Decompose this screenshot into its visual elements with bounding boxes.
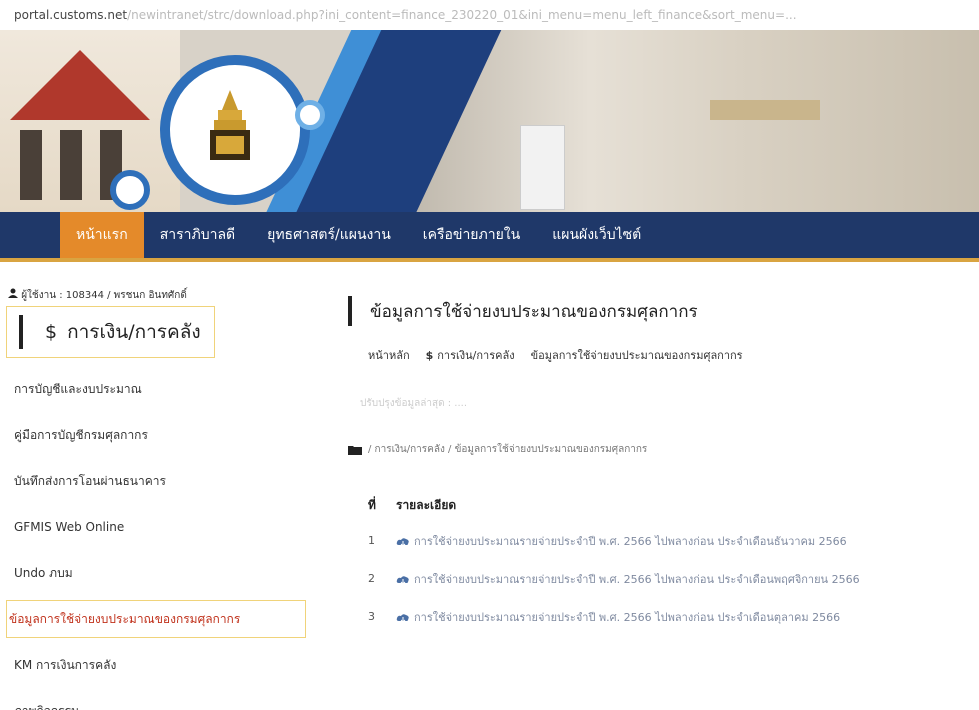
document-link[interactable]: การใช้จ่ายงบประมาณรายจ่ายประจำปี พ.ศ. 25… <box>396 570 966 590</box>
sidebar-item-km[interactable]: KM การเงินการคลัง <box>0 642 312 688</box>
sidebar: ผู้ใช้งาน : 108344 / พรชนก อินทศักดิ์ $ … <box>0 262 312 710</box>
user-label: ผู้ใช้งาน : 108344 / พรชนก อินทศักดิ์ <box>21 290 187 301</box>
table-row: 2 การใช้จ่ายงบประมาณรายจ่ายประจำปี พ.ศ. … <box>368 570 968 590</box>
update-note: ปรับปรุงข้อมูลล่าสุด : .... <box>360 398 468 409</box>
breadcrumb-current: ข้อมูลการใช้จ่ายงบประมาณของกรมศุลกากร <box>530 349 743 362</box>
header-banner <box>0 30 979 212</box>
folder-path-text: / การเงิน/การคลัง / ข้อมูลการใช้จ่ายงบปร… <box>368 444 648 455</box>
row-number: 2 <box>368 572 375 585</box>
sidebar-item-accounting[interactable]: การบัญชีและงบประมาณ <box>0 366 312 412</box>
table-row: 3 การใช้จ่ายงบประมาณรายจ่ายประจำปี พ.ศ. … <box>368 608 968 628</box>
category-header: $ การเงิน/การคลัง <box>6 306 215 358</box>
header-detail: รายละเอียด <box>396 498 457 512</box>
main-nav: หน้าแรก สาราภิบาลดี ยุทธศาสตร์/แผนงาน เค… <box>0 212 979 262</box>
table-row: 1 การใช้จ่ายงบประมาณรายจ่ายประจำปี พ.ศ. … <box>368 532 968 552</box>
nav-governance[interactable]: สาราภิบาลดี <box>144 212 251 258</box>
row-number: 3 <box>368 610 375 623</box>
folder-path: / การเงิน/การคลัง / ข้อมูลการใช้จ่ายงบปร… <box>348 442 647 457</box>
sidebar-item-budget-data[interactable]: ข้อมูลการใช้จ่ายงบประมาณของกรมศุลกากร <box>6 600 306 638</box>
customs-crest-logo <box>210 90 250 160</box>
folder-icon <box>348 445 362 455</box>
sidebar-menu: การบัญชีและงบประมาณ คู่มือการบัญชีกรมศุล… <box>0 366 312 710</box>
url-bar[interactable]: portal.customs.net/newintranet/strc/down… <box>0 0 979 30</box>
breadcrumb-home[interactable]: หน้าหลัก <box>368 346 410 364</box>
cloud-download-icon <box>396 614 409 623</box>
user-info: ผู้ใช้งาน : 108344 / พรชนก อินทศักดิ์ <box>8 288 187 303</box>
page-title-row: ข้อมูลการใช้จ่ายงบประมาณของกรมศุลกากร <box>348 296 698 326</box>
row-number: 1 <box>368 534 375 547</box>
sidebar-item-manual[interactable]: คู่มือการบัญชีกรมศุลกากร <box>0 412 312 458</box>
document-link[interactable]: การใช้จ่ายงบประมาณรายจ่ายประจำปี พ.ศ. 25… <box>396 608 966 628</box>
page-title: ข้อมูลการใช้จ่ายงบประมาณของกรมศุลกากร <box>370 301 698 322</box>
cloud-download-icon <box>396 576 409 585</box>
url-host: portal.customs.net <box>14 8 128 22</box>
dollar-icon: $ <box>45 321 58 343</box>
document-list: 1 การใช้จ่ายงบประมาณรายจ่ายประจำปี พ.ศ. … <box>368 532 968 646</box>
banner-building <box>0 30 180 212</box>
nav-home[interactable]: หน้าแรก <box>60 212 144 258</box>
sidebar-item-activities[interactable]: ภาพกิจกรรม <box>0 688 312 710</box>
table-header: ที่ รายละเอียด <box>368 496 456 515</box>
document-link[interactable]: การใช้จ่ายงบประมาณรายจ่ายประจำปี พ.ศ. 25… <box>396 532 966 552</box>
nav-sitemap[interactable]: แผนผังเว็บไซต์ <box>536 212 657 258</box>
banner-bubble <box>110 170 150 210</box>
url-path: /newintranet/strc/download.php?ini_conte… <box>127 8 797 22</box>
dollar-icon: $ <box>425 349 434 362</box>
banner-aircon <box>520 125 565 210</box>
main-content: ข้อมูลการใช้จ่ายงบประมาณของกรมศุลกากร หน… <box>330 262 979 710</box>
nav-intranet[interactable]: เครือข่ายภายใน <box>407 212 536 258</box>
cloud-download-icon <box>396 538 409 547</box>
user-icon <box>8 288 18 298</box>
breadcrumb-finance[interactable]: $ การเงิน/การคลัง <box>426 346 515 364</box>
sidebar-item-gfmis[interactable]: GFMIS Web Online <box>0 504 312 550</box>
breadcrumb: หน้าหลัก $ การเงิน/การคลัง ข้อมูลการใช้จ่… <box>368 346 743 364</box>
nav-strategy[interactable]: ยุทธศาสตร์/แผนงาน <box>251 212 407 258</box>
category-title: การเงิน/การคลัง <box>67 321 201 343</box>
sidebar-item-transfer[interactable]: บันทึกส่งการโอนผ่านธนาคาร <box>0 458 312 504</box>
sidebar-item-undo[interactable]: Undo ภบม <box>0 550 312 596</box>
header-no: ที่ <box>368 498 376 512</box>
banner-bubble <box>295 100 325 130</box>
banner-wall-sign <box>710 100 820 120</box>
